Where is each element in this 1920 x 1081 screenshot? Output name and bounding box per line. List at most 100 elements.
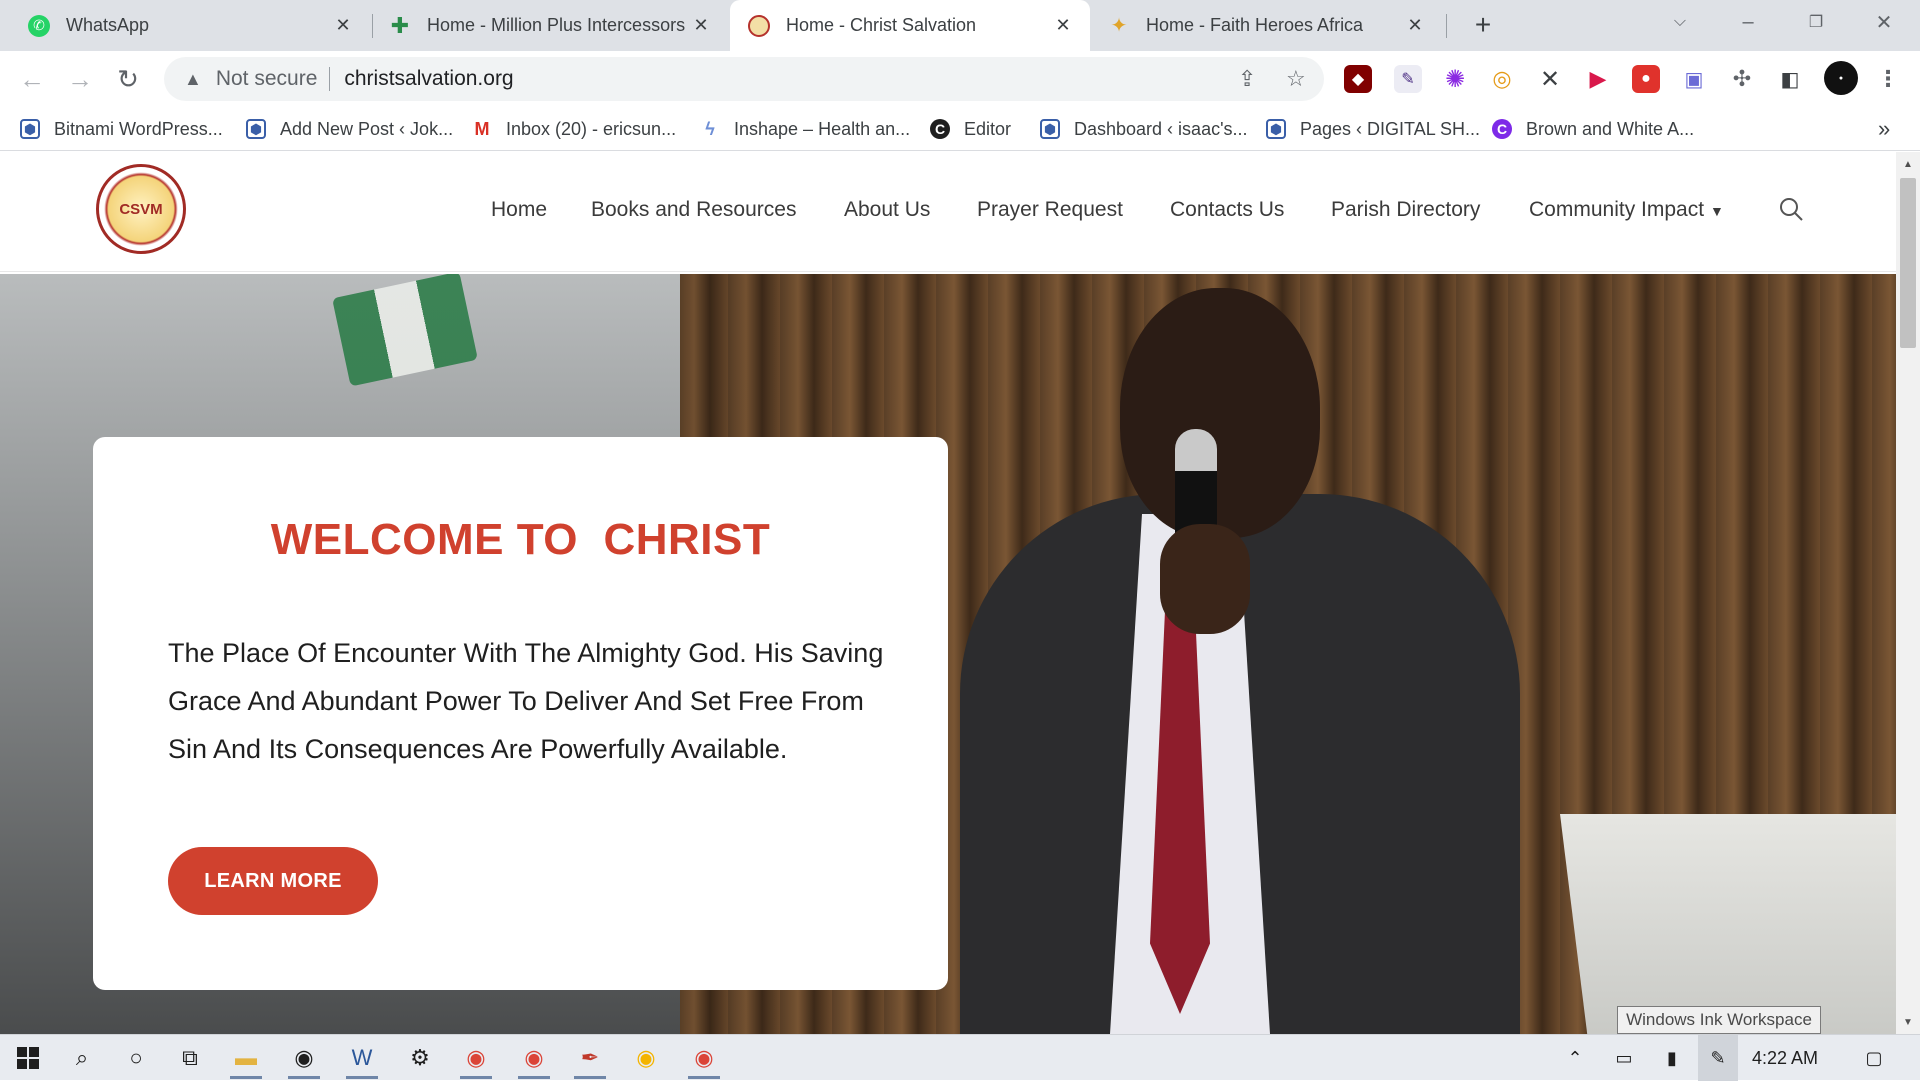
bookmarks-bar: ⬢ Bitnami WordPress... ⬢ Add New Post ‹ … bbox=[0, 107, 1920, 151]
share-icon[interactable]: ⇪ bbox=[1238, 66, 1256, 92]
tab-title: WhatsApp bbox=[66, 15, 150, 35]
scroll-down-icon[interactable]: ▼ bbox=[1896, 1012, 1920, 1032]
tab-title: Home - Christ Salvation bbox=[786, 15, 977, 35]
side-panel-icon[interactable]: ◧ bbox=[1776, 65, 1804, 93]
battery-icon[interactable]: ▮ bbox=[1654, 1035, 1690, 1081]
page-scrollbar[interactable]: ▲ ▼ bbox=[1896, 152, 1920, 1034]
browser-toolbar: ← → ↻ ▲ Not secure christsalvation.org ⇪… bbox=[0, 51, 1920, 107]
site-logo[interactable]: CSVM bbox=[96, 164, 186, 254]
close-tab-icon[interactable]: ✕ bbox=[332, 15, 354, 37]
bookmark-item[interactable]: M Inbox (20) - ericsun... bbox=[472, 115, 677, 143]
url-text[interactable]: christsalvation.org bbox=[344, 67, 513, 91]
profile-avatar[interactable]: ● bbox=[1824, 61, 1858, 95]
restore-button[interactable]: ❐ bbox=[1784, 0, 1848, 44]
tab-whatsapp[interactable]: ✆ WhatsApp ✕ bbox=[0, 0, 370, 51]
windows-ink-tooltip: Windows Ink Workspace bbox=[1617, 1006, 1821, 1034]
bookmark-item[interactable]: C Editor bbox=[930, 115, 1011, 143]
address-bar[interactable]: ▲ Not secure christsalvation.org ⇪ ☆ bbox=[164, 57, 1324, 101]
swirl-icon: ϟ bbox=[705, 118, 715, 139]
windows-start-icon[interactable] bbox=[0, 1035, 56, 1081]
close-tab-icon[interactable]: ✕ bbox=[1052, 15, 1074, 37]
tray-expand-icon[interactable]: ⌃ bbox=[1560, 1035, 1590, 1081]
ring-extension-icon[interactable]: ◎ bbox=[1488, 65, 1516, 93]
bookmark-item[interactable]: ⬢ Add New Post ‹ Jok... bbox=[246, 115, 453, 143]
nav-home[interactable]: Home bbox=[491, 198, 547, 222]
welcome-card: WELCOME TO CHRIST The Place Of Encounter… bbox=[93, 437, 948, 990]
divider bbox=[329, 67, 331, 91]
ublock-icon[interactable]: ◆ bbox=[1344, 65, 1372, 93]
not-secure-label: Not secure bbox=[215, 67, 318, 90]
close-tab-icon[interactable]: ✕ bbox=[1404, 15, 1426, 37]
chrome-profile-icon[interactable]: ◉ bbox=[676, 1035, 732, 1081]
network-icon[interactable]: ▭ bbox=[1606, 1035, 1642, 1081]
chrome-icon[interactable]: ◉ bbox=[448, 1035, 504, 1081]
bookmark-item[interactable]: ϟ Inshape – Health an... bbox=[700, 115, 910, 143]
nav-about-us[interactable]: About Us bbox=[844, 198, 930, 222]
tab-faith-heroes[interactable]: ✦ Home - Faith Heroes Africa ✕ bbox=[1092, 0, 1442, 51]
bookmark-label: Editor bbox=[964, 118, 1012, 139]
tab-strip: ✆ WhatsApp ✕ ✚ Home - Million Plus Inter… bbox=[0, 0, 1920, 51]
play-extension-icon[interactable]: ▶ bbox=[1584, 65, 1612, 93]
back-button[interactable]: ← bbox=[16, 63, 48, 95]
pen-workspace-icon[interactable]: ✎ bbox=[1698, 1035, 1738, 1081]
bookmark-item[interactable]: ⬢ Pages ‹ DIGITAL SH... bbox=[1266, 115, 1480, 143]
extensions-puzzle-icon[interactable]: ✣ bbox=[1728, 65, 1756, 93]
forward-button[interactable]: → bbox=[64, 63, 96, 95]
camera-app-icon[interactable]: ◉ bbox=[276, 1035, 332, 1081]
task-view-icon[interactable]: ⧉ bbox=[162, 1035, 218, 1081]
pen-app-icon[interactable]: ✒ bbox=[562, 1035, 618, 1081]
word-icon[interactable]: W bbox=[334, 1035, 390, 1081]
scrollbar-thumb[interactable] bbox=[1900, 178, 1916, 348]
bookmarks-overflow-button[interactable]: » bbox=[1878, 115, 1890, 143]
learn-more-button[interactable]: LEARN MORE bbox=[168, 847, 378, 915]
clock[interactable]: 4:22 AM bbox=[1752, 1035, 1818, 1081]
nav-books-and-resources[interactable]: Books and Resources bbox=[591, 198, 796, 222]
chrome-icon[interactable]: ◉ bbox=[618, 1035, 674, 1081]
gmail-icon: M bbox=[474, 118, 490, 139]
eyedropper-extension-icon[interactable]: ✎ bbox=[1394, 65, 1422, 93]
new-tab-button[interactable]: + bbox=[1466, 8, 1500, 42]
cortana-icon[interactable]: ○ bbox=[108, 1035, 164, 1081]
nav-parish-directory[interactable]: Parish Directory bbox=[1331, 198, 1480, 222]
file-explorer-icon[interactable]: ▬ bbox=[218, 1035, 274, 1081]
hero-photo-furniture bbox=[1560, 814, 1896, 1034]
bookmark-item[interactable]: ⬢ Dashboard ‹ isaac's... bbox=[1040, 115, 1248, 143]
nav-contacts-us[interactable]: Contacts Us bbox=[1170, 198, 1284, 222]
bookmark-label: Add New Post ‹ Jok... bbox=[280, 118, 454, 139]
hero-photo-hand bbox=[1160, 524, 1250, 634]
red-extension-icon[interactable]: ● bbox=[1632, 65, 1660, 93]
color-extension-icon[interactable]: ✺ bbox=[1441, 65, 1469, 93]
tab-search-icon[interactable]: ⌵ bbox=[1648, 0, 1712, 44]
wordpress-hex-icon: ⬢ bbox=[1040, 119, 1060, 139]
search-icon[interactable] bbox=[1778, 196, 1804, 222]
minimize-button[interactable]: – bbox=[1716, 0, 1780, 44]
chrome-profile-icon[interactable]: ◉ bbox=[506, 1035, 562, 1081]
scroll-up-icon[interactable]: ▲ bbox=[1896, 154, 1920, 174]
reload-button[interactable]: ↻ bbox=[112, 63, 144, 95]
search-icon[interactable]: ⌕ bbox=[54, 1035, 110, 1081]
settings-gear-icon[interactable]: ⚙ bbox=[392, 1035, 448, 1081]
wordpress-hex-icon: ⬢ bbox=[20, 119, 40, 139]
nav-prayer-request[interactable]: Prayer Request bbox=[977, 198, 1123, 222]
nav-community-impact-label: Community Impact bbox=[1529, 198, 1705, 221]
bookmark-label: Dashboard ‹ isaac's... bbox=[1074, 118, 1248, 139]
browser-menu-icon[interactable]: ⋮ bbox=[1874, 65, 1902, 93]
welcome-heading: WELCOME TO CHRIST bbox=[270, 515, 771, 564]
x-extension-icon[interactable]: ✕ bbox=[1536, 65, 1564, 93]
faith-heroes-icon: ✦ bbox=[1110, 15, 1128, 37]
nav-community-impact[interactable]: Community Impact ▼ bbox=[1529, 198, 1724, 222]
church-logo-icon bbox=[748, 14, 770, 37]
bookmark-star-icon[interactable]: ☆ bbox=[1286, 66, 1306, 92]
cross-icon: ✚ bbox=[390, 12, 410, 38]
tab-title: Home - Faith Heroes Africa bbox=[1146, 15, 1364, 35]
close-window-button[interactable]: ✕ bbox=[1852, 0, 1916, 44]
tab-million-plus[interactable]: ✚ Home - Million Plus Intercessors ✕ bbox=[373, 0, 728, 51]
tab-christ-salvation[interactable]: Home - Christ Salvation ✕ bbox=[730, 0, 1090, 51]
bookmark-item[interactable]: C Brown and White A... bbox=[1492, 115, 1694, 143]
notifications-icon[interactable]: ▢ bbox=[1854, 1035, 1894, 1081]
windows-taskbar: ⌕ ○ ⧉ ▬ ◉ W ⚙ ◉ ◉ ✒ ◉ ◉ ⌃ ▭ ▮ ✎ 4:22 AM … bbox=[0, 1034, 1920, 1081]
bookmark-item[interactable]: ⬢ Bitnami WordPress... bbox=[20, 115, 223, 143]
close-tab-icon[interactable]: ✕ bbox=[690, 15, 712, 37]
editor-c-icon: C bbox=[930, 119, 950, 139]
panel-extension-icon[interactable]: ▣ bbox=[1680, 65, 1708, 93]
